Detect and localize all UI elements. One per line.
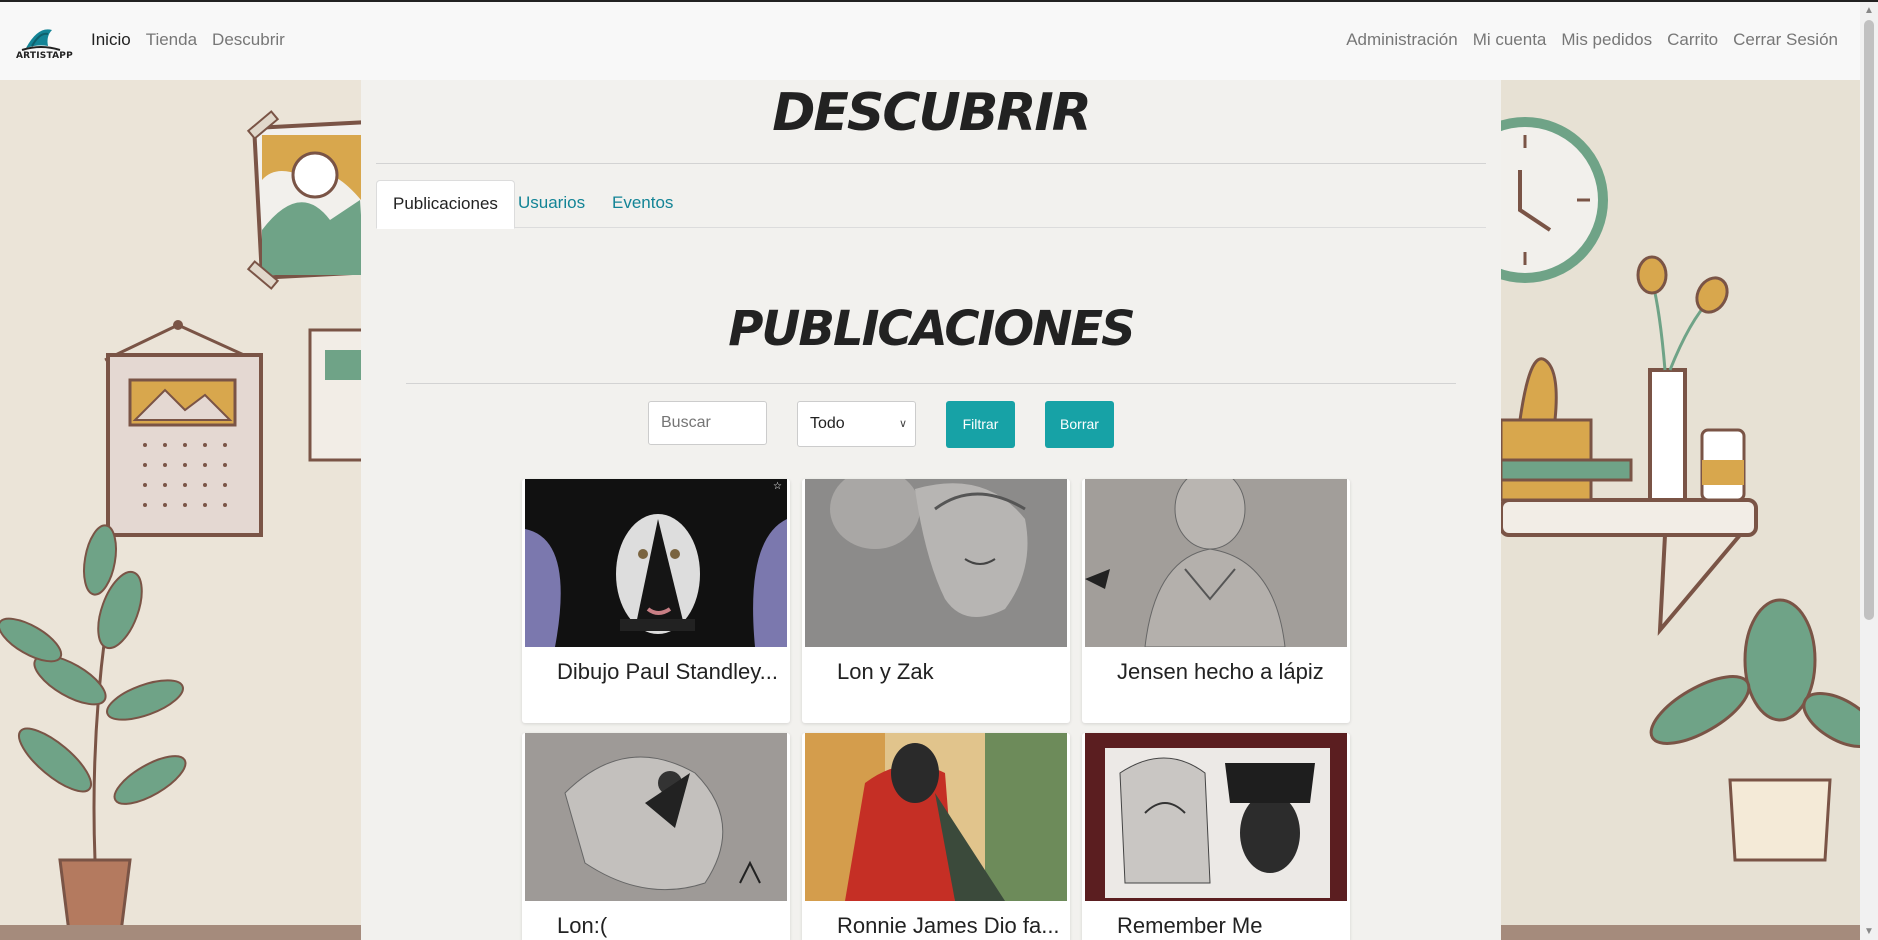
- window-top-border: [0, 0, 1878, 2]
- scrollbar-thumb[interactable]: [1864, 20, 1874, 620]
- nav-right-links: Administración Mi cuenta Mis pedidos Car…: [1346, 30, 1838, 50]
- post-card[interactable]: Ronnie James Dio fa...: [802, 733, 1070, 940]
- category-select-value: Todo: [810, 415, 845, 432]
- brand-name: ARTISTAPP: [16, 51, 73, 61]
- nav-left-links: Inicio Tienda Descubrir: [91, 30, 285, 50]
- chevron-down-icon: ∨: [898, 418, 907, 430]
- post-card[interactable]: Lon:(: [522, 733, 790, 940]
- landscape-frame-icon: [246, 110, 374, 290]
- post-title[interactable]: Ronnie James Dio fa...: [837, 913, 1060, 939]
- tab-eventos[interactable]: Eventos: [596, 180, 689, 228]
- page-title: DESCUBRIR: [772, 83, 1092, 143]
- nav-link-mi-cuenta[interactable]: Mi cuenta: [1473, 30, 1547, 50]
- post-image: [525, 733, 787, 901]
- clear-button[interactable]: Borrar: [1045, 401, 1114, 448]
- scroll-up-arrow-icon[interactable]: ▲: [1864, 5, 1874, 16]
- svg-text:☆: ☆: [773, 481, 782, 492]
- search-input[interactable]: [648, 401, 767, 445]
- section-title: PUBLICACIONES: [728, 301, 1136, 357]
- post-title[interactable]: Remember Me: [1117, 913, 1262, 939]
- tab-usuarios[interactable]: Usuarios: [502, 180, 601, 228]
- top-navbar: ARTISTAPP Inicio Tienda Descubrir Admini…: [0, 2, 1860, 80]
- nav-link-cerrar-sesion[interactable]: Cerrar Sesión: [1733, 30, 1838, 50]
- section-divider: [406, 383, 1456, 384]
- post-image: [805, 733, 1067, 901]
- post-title[interactable]: Lon:(: [557, 913, 607, 939]
- scroll-down-arrow-icon[interactable]: ▼: [1864, 926, 1874, 937]
- post-title[interactable]: Jensen hecho a lápiz: [1117, 659, 1324, 685]
- category-select[interactable]: Todo ∨: [797, 401, 916, 447]
- nav-link-inicio[interactable]: Inicio: [91, 30, 131, 50]
- nav-link-carrito[interactable]: Carrito: [1667, 30, 1718, 50]
- title-divider: [376, 163, 1486, 164]
- post-image: [1085, 479, 1347, 647]
- post-title[interactable]: Lon y Zak: [837, 659, 934, 685]
- filter-button[interactable]: Filtrar: [946, 401, 1015, 448]
- post-title[interactable]: Dibujo Paul Standley...: [557, 659, 778, 685]
- post-image: ☆: [525, 479, 787, 647]
- post-card[interactable]: Remember Me: [1082, 733, 1350, 940]
- nav-link-tienda[interactable]: Tienda: [146, 30, 197, 50]
- post-card[interactable]: Lon y Zak: [802, 479, 1070, 723]
- post-image: [805, 479, 1067, 647]
- main-panel: DESCUBRIR Publicaciones Usuarios Eventos…: [361, 80, 1501, 940]
- post-card[interactable]: ☆ Dibujo Paul Standley...: [522, 479, 790, 723]
- page-scrollbar[interactable]: ▲ ▼: [1860, 2, 1878, 940]
- nav-link-administracion[interactable]: Administración: [1346, 30, 1458, 50]
- tab-publicaciones[interactable]: Publicaciones: [376, 180, 515, 229]
- post-card[interactable]: Jensen hecho a lápiz: [1082, 479, 1350, 723]
- post-image: [1085, 733, 1347, 901]
- nav-link-descubrir[interactable]: Descubrir: [212, 30, 285, 50]
- nav-link-mis-pedidos[interactable]: Mis pedidos: [1561, 30, 1652, 50]
- tab-bar: Publicaciones Usuarios Eventos: [376, 180, 1486, 229]
